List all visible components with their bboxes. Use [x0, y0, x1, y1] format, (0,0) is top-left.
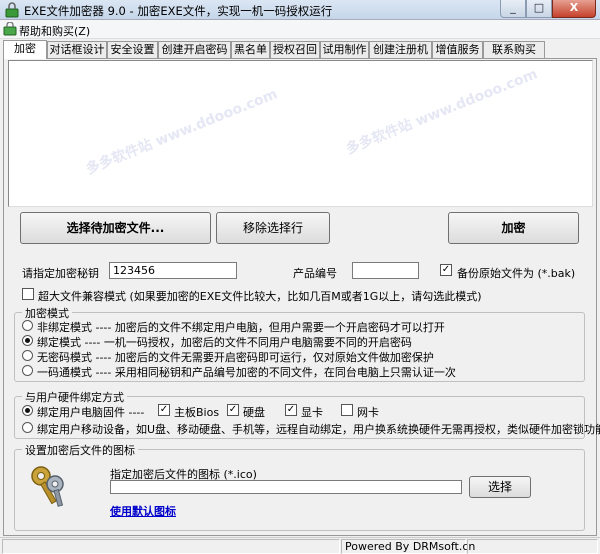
status-cell-empty: [467, 539, 598, 554]
mode-one-code-radio[interactable]: [22, 365, 33, 376]
harddisk-checkbox[interactable]: ✓: [227, 404, 239, 416]
harddisk-label: 硬盘: [243, 406, 265, 419]
minimize-button[interactable]: _: [500, 0, 526, 18]
large-file-checkbox[interactable]: [22, 288, 34, 300]
graphics-card-checkbox[interactable]: ✓: [285, 404, 297, 416]
app-lock-icon: [5, 2, 19, 18]
tab-create-password[interactable]: 创建开启密码: [158, 41, 231, 58]
select-files-button[interactable]: 选择待加密文件...: [20, 212, 211, 244]
tab-contact-purchase[interactable]: 联系购买: [483, 41, 545, 58]
tab-value-added[interactable]: 增值服务: [432, 41, 483, 58]
tab-keygen[interactable]: 创建注册机: [369, 41, 432, 58]
encrypt-button[interactable]: 加密: [448, 212, 579, 244]
status-cell-empty: [2, 539, 340, 554]
tab-blacklist[interactable]: 黑名单: [231, 41, 270, 58]
backup-label: 备份原始文件为 (*.bak): [457, 267, 576, 280]
icon-path-input[interactable]: [110, 480, 462, 494]
menu-help-purchase[interactable]: 帮助和购买(Z): [19, 23, 90, 39]
hardware-binding-title: 与用户硬件绑定方式: [22, 389, 127, 405]
bios-checkbox[interactable]: ✓: [158, 404, 170, 416]
use-default-icon-link[interactable]: 使用默认图标: [110, 503, 176, 519]
product-code-label: 产品编号: [293, 267, 337, 280]
mode-unbound-label: 非绑定模式 ---- 加密后的文件不绑定用户电脑，但用户需要一个开启密码才可以打…: [37, 321, 445, 334]
keys-icon: [31, 466, 64, 507]
close-button[interactable]: X: [552, 0, 596, 18]
mode-bound-radio[interactable]: [22, 335, 33, 346]
mode-unbound-radio[interactable]: [22, 320, 33, 331]
browse-icon-button[interactable]: 选择: [469, 476, 531, 498]
window-title: EXE文件加密器 9.0 - 加密EXE文件，实现一机一码授权运行: [24, 4, 333, 18]
help-menu-icon: [3, 22, 17, 36]
bind-mobile-device-radio[interactable]: [22, 422, 33, 433]
icon-group-title: 设置加密后文件的图标: [22, 442, 138, 458]
watermark: 多多软件站 www.ddooo.com: [83, 86, 280, 178]
network-card-checkbox[interactable]: [341, 404, 353, 416]
tab-security[interactable]: 安全设置: [107, 41, 158, 58]
bind-pc-firmware-radio[interactable]: [22, 405, 33, 416]
network-card-label: 网卡: [357, 406, 379, 419]
remove-selected-button[interactable]: 移除选择行: [216, 212, 330, 244]
secret-key-input[interactable]: [109, 262, 237, 279]
graphics-card-label: 显卡: [301, 406, 323, 419]
tab-trial[interactable]: 试用制作: [320, 41, 369, 58]
mode-one-code-label: 一码通模式 ---- 采用相同秘钥和产品编号加密的不同文件，在同台电脑上只需认证…: [37, 366, 456, 379]
product-code-input[interactable]: [352, 262, 419, 279]
maximize-button[interactable]: □: [526, 0, 552, 18]
backup-checkbox[interactable]: ✓: [440, 264, 452, 276]
file-list[interactable]: 多多软件站 www.ddooo.com 多多软件站 www.ddooo.com: [8, 60, 593, 207]
bind-pc-firmware-label: 绑定用户电脑固件 ----: [37, 406, 145, 419]
mode-no-password-radio[interactable]: [22, 350, 33, 361]
tab-encrypt[interactable]: 加密: [3, 40, 47, 59]
secret-key-label: 请指定加密秘钥: [22, 267, 99, 280]
status-bar: Powered By DRMsoft.cn: [0, 537, 600, 554]
mode-no-password-label: 无密码模式 ---- 加密后的文件无需要开启密码即可运行，仅对原始文件做加密保护: [37, 351, 434, 364]
bios-label: 主板Bios: [174, 406, 220, 419]
bind-mobile-device-label: 绑定用户移动设备，如U盘、移动硬盘、手机等，远程自动绑定，用户换系统换硬件无需再…: [37, 423, 600, 436]
tab-strip: 加密 对话框设计 安全设置 创建开启密码 黑名单 授权召回 试用制作 创建注册机…: [3, 40, 597, 59]
tab-license-recall[interactable]: 授权召回: [270, 41, 320, 58]
menu-bar: 帮助和购买(Z): [0, 20, 600, 39]
watermark: 多多软件站 www.ddooo.com: [343, 66, 540, 158]
powered-by: Powered By DRMsoft.cn: [341, 539, 475, 554]
title-bar[interactable]: EXE文件加密器 9.0 - 加密EXE文件，实现一机一码授权运行 _ □ X: [0, 0, 600, 20]
mode-bound-label: 绑定模式 ---- 一机一码授权，加密后的文件不同用户电脑需要不同的开启密码: [37, 336, 412, 349]
large-file-label: 超大文件兼容模式 (如果要加密的EXE文件比较大，比如几百M或者1G以上，请勾选…: [38, 290, 482, 303]
tab-dialog-design[interactable]: 对话框设计: [47, 41, 107, 58]
